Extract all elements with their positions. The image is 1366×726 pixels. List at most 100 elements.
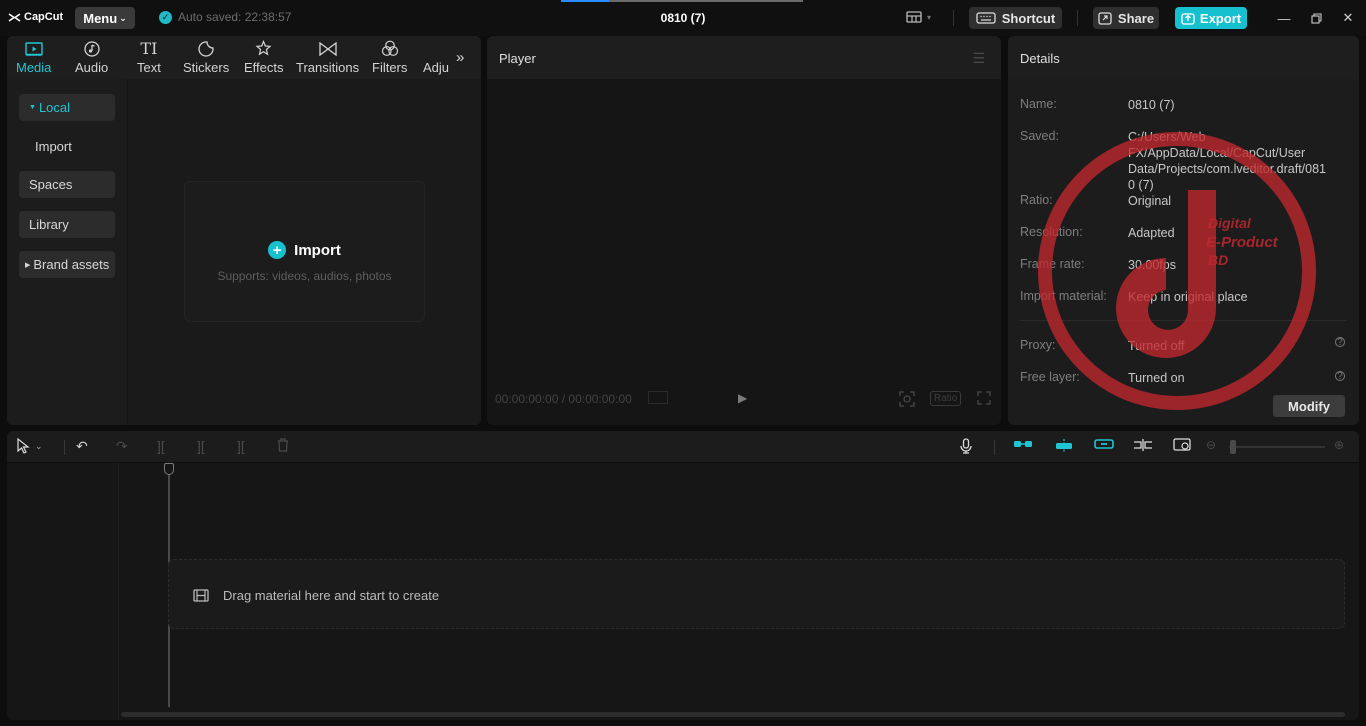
import-button[interactable]: + Import xyxy=(185,241,424,259)
import-dropzone[interactable]: + Import Supports: videos, audios, photo… xyxy=(184,181,425,322)
modify-button[interactable]: Modify xyxy=(1273,395,1345,417)
maximize-button[interactable] xyxy=(1307,9,1325,27)
media-sidebar: ▼ Local Import Spaces Library ▶ Brand as… xyxy=(7,79,128,425)
detail-key: Proxy: xyxy=(1020,338,1056,352)
split-left-button[interactable]: ][ xyxy=(197,438,205,454)
more-tabs-button[interactable]: » xyxy=(456,49,464,66)
main-track-magnet-button[interactable] xyxy=(1013,438,1033,450)
dropzone-label: Drag material here and start to create xyxy=(193,588,439,603)
sidebar-item-brand-assets[interactable]: ▶ Brand assets xyxy=(19,251,115,278)
tab-label: Adju xyxy=(423,60,449,75)
split-right-button[interactable]: ][ xyxy=(237,438,245,454)
preview-axis-icon xyxy=(1134,439,1152,451)
tab-media[interactable]: Media xyxy=(16,40,51,75)
tab-filters[interactable]: Filters xyxy=(372,40,407,75)
timeline-scrollbar[interactable] xyxy=(121,712,1345,717)
redo-icon: ↷ xyxy=(116,438,128,454)
split-icon: ][ xyxy=(157,438,165,454)
detail-value: Adapted xyxy=(1128,226,1175,240)
microphone-icon xyxy=(960,438,972,454)
preview-window-icon xyxy=(1173,438,1191,451)
delete-button[interactable] xyxy=(277,438,289,452)
player-controls: 00:00:00:00 / 00:00:00:00 ▶ Ratio xyxy=(487,387,1001,411)
menu-button[interactable]: Menu ⌄ xyxy=(75,7,135,29)
fullscreen-button[interactable] xyxy=(977,391,991,408)
undo-icon: ↶ xyxy=(76,438,88,454)
sidebar-item-label: Spaces xyxy=(29,177,73,192)
detail-value: Original xyxy=(1128,194,1172,208)
details-divider xyxy=(1020,320,1346,321)
player-menu-button[interactable]: ☰ xyxy=(972,50,985,67)
minimize-button[interactable]: — xyxy=(1275,9,1293,27)
player-timecode: 00:00:00:00 / 00:00:00:00 xyxy=(495,392,632,406)
toolbar-divider xyxy=(64,440,65,455)
zoom-in-button[interactable]: ⊕ xyxy=(1334,438,1344,452)
info-icon[interactable]: ? xyxy=(1335,371,1345,382)
check-circle-icon: ✓ xyxy=(159,10,172,24)
tab-effects[interactable]: Effects xyxy=(244,40,284,75)
chevron-down-icon: ⌄ xyxy=(35,440,43,451)
layout-icon xyxy=(906,11,922,23)
player-panel: Player ☰ 00:00:00:00 / 00:00:00:00 ▶ Rat… xyxy=(487,36,1001,425)
import-label: Import xyxy=(294,241,341,259)
timeline-dropzone[interactable]: Drag material here and start to create xyxy=(168,559,1345,629)
scan-button[interactable] xyxy=(899,391,915,410)
detail-key: Ratio: xyxy=(1020,193,1053,207)
keyboard-icon xyxy=(976,12,996,24)
sidebar-item-spaces[interactable]: Spaces xyxy=(19,171,115,198)
play-button[interactable]: ▶ xyxy=(738,391,747,405)
shortcut-button[interactable]: Shortcut xyxy=(969,7,1062,29)
timeline-view-icon[interactable] xyxy=(648,391,668,404)
preview-window-button[interactable] xyxy=(1173,438,1193,452)
tab-label: Text xyxy=(137,60,161,75)
linkage-button[interactable] xyxy=(1094,438,1114,450)
close-icon: ✕ xyxy=(1342,10,1354,25)
record-audio-button[interactable] xyxy=(960,438,972,454)
cursor-icon xyxy=(17,438,30,454)
layout-selector[interactable]: ▾ xyxy=(906,11,931,23)
effects-icon xyxy=(255,40,272,57)
media-content: + Import Supports: videos, audios, photo… xyxy=(128,79,481,425)
sidebar-item-local[interactable]: ▼ Local xyxy=(19,94,115,121)
hamburger-icon: ☰ xyxy=(972,50,985,66)
playhead-handle[interactable] xyxy=(164,463,174,475)
sidebar-item-label: Import xyxy=(35,139,72,154)
zoom-out-icon: ⊖ xyxy=(1206,438,1217,452)
autosave-text: Auto saved: 22:38:57 xyxy=(178,10,292,24)
zoom-slider-track[interactable] xyxy=(1229,446,1325,448)
tab-stickers[interactable]: Stickers xyxy=(183,40,229,75)
ratio-button[interactable]: Ratio xyxy=(930,391,962,406)
details-header: Details xyxy=(1008,36,1359,79)
toolbar-divider xyxy=(1077,10,1078,26)
auto-snap-button[interactable] xyxy=(1054,438,1074,454)
close-button[interactable]: ✕ xyxy=(1339,9,1357,27)
tab-adjust[interactable]: Adju xyxy=(423,40,449,75)
preview-axis-button[interactable] xyxy=(1133,438,1153,452)
split-button[interactable]: ][ xyxy=(157,438,165,454)
sidebar-item-label: Library xyxy=(29,217,69,232)
sidebar-item-import[interactable]: Import xyxy=(19,133,115,160)
zoom-slider-handle[interactable] xyxy=(1230,440,1236,454)
sidebar-item-library[interactable]: Library xyxy=(19,211,115,238)
export-button[interactable]: Export xyxy=(1175,7,1247,29)
details-title: Details xyxy=(1020,51,1060,66)
tab-transitions[interactable]: Transitions xyxy=(296,40,359,75)
magnet-link-icon xyxy=(1014,441,1032,447)
info-icon[interactable]: ? xyxy=(1335,337,1345,348)
tab-audio[interactable]: Audio xyxy=(75,40,108,75)
film-icon xyxy=(193,589,209,602)
player-header: Player ☰ xyxy=(487,36,1001,79)
load-progress-fill xyxy=(561,0,610,2)
media-tabs: Media Audio TI Text Stickers Effects Tra… xyxy=(7,36,481,79)
undo-button[interactable]: ↶ xyxy=(76,438,88,455)
tab-text[interactable]: TI Text xyxy=(137,39,161,75)
tab-label: Media xyxy=(16,60,52,75)
split-left-icon: ][ xyxy=(197,438,205,454)
shortcut-label: Shortcut xyxy=(1001,10,1056,26)
select-tool-button[interactable]: ⌄ xyxy=(16,438,43,454)
zoom-out-button[interactable]: ⊖ xyxy=(1206,438,1216,452)
share-button[interactable]: Share xyxy=(1093,7,1159,29)
redo-button[interactable]: ↷ xyxy=(116,438,128,455)
plus-circle-icon: + xyxy=(268,241,287,259)
chevron-down-icon: ▾ xyxy=(927,12,932,22)
